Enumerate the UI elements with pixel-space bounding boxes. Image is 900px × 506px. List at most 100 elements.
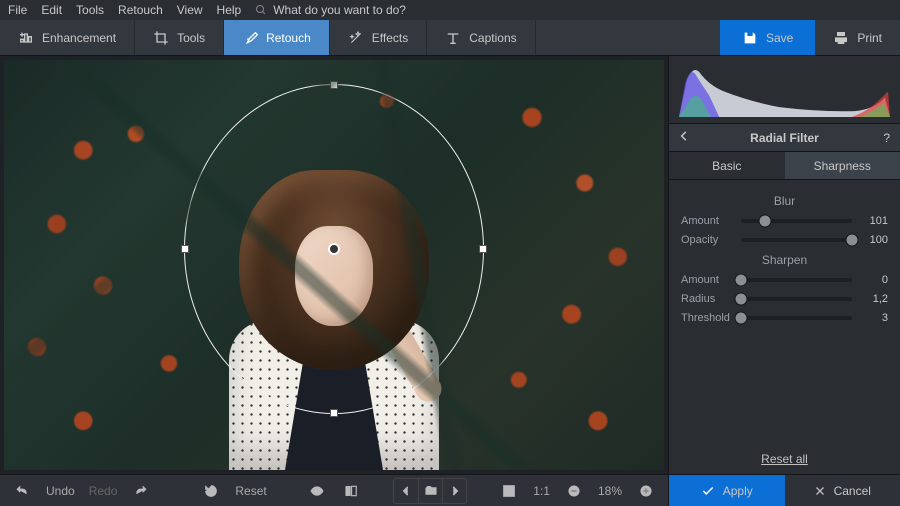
section-label: Sharpen — [681, 253, 888, 267]
tab-label: Tools — [177, 31, 205, 45]
tab-enhancement[interactable]: Enhancement — [0, 20, 135, 55]
undo-button[interactable] — [8, 479, 36, 503]
histogram — [669, 56, 900, 124]
reset-button[interactable] — [197, 479, 225, 503]
slider-label: Threshold — [681, 312, 733, 324]
slider-amount: Amount 101 — [681, 215, 888, 227]
slider-track[interactable] — [741, 316, 852, 320]
slider-track[interactable] — [741, 219, 852, 223]
slider-thumb[interactable] — [736, 313, 747, 324]
print-button[interactable]: Print — [815, 20, 900, 55]
slider-label: Radius — [681, 293, 733, 305]
browse-button[interactable] — [418, 479, 442, 503]
subtab-basic[interactable]: Basic — [669, 152, 785, 179]
tab-effects[interactable]: Effects — [330, 20, 427, 55]
slider-value: 100 — [860, 234, 888, 246]
slider-track[interactable] — [741, 297, 852, 301]
preview-toggle[interactable] — [303, 479, 331, 503]
subtab-sharpness[interactable]: Sharpness — [785, 152, 900, 179]
search-placeholder: What do you want to do? — [273, 3, 406, 17]
cancel-button[interactable]: Cancel — [785, 475, 900, 506]
tab-tools[interactable]: Tools — [135, 20, 224, 55]
reset-label: Reset — [231, 484, 270, 498]
prev-button[interactable] — [394, 479, 418, 503]
ratio-label[interactable]: 1:1 — [529, 484, 554, 498]
photo-subject — [204, 170, 464, 470]
search-box[interactable]: What do you want to do? — [255, 3, 406, 17]
panel-subtabs: Basic Sharpness — [669, 152, 900, 180]
panel-header: Radial Filter ? — [669, 124, 900, 152]
slider-label: Amount — [681, 215, 733, 227]
close-icon — [814, 485, 826, 497]
save-button[interactable]: Save — [720, 20, 815, 55]
cancel-label: Cancel — [834, 484, 871, 498]
section-label: Blur — [681, 194, 888, 208]
crop-icon — [153, 30, 169, 46]
menu-retouch[interactable]: Retouch — [118, 3, 163, 17]
zoom-in-button[interactable] — [632, 479, 660, 503]
slider-value: 101 — [860, 215, 888, 227]
nav-group — [393, 478, 467, 504]
slider-thumb[interactable] — [736, 294, 747, 305]
slider-thumb[interactable] — [760, 216, 771, 227]
compare-toggle[interactable] — [337, 479, 365, 503]
check-icon — [701, 484, 715, 498]
menu-edit[interactable]: Edit — [41, 3, 62, 17]
radial-filter-ellipse[interactable] — [184, 84, 484, 414]
handle-top[interactable] — [330, 81, 338, 89]
slider-thumb[interactable] — [847, 235, 858, 246]
side-panel: Radial Filter ? Basic Sharpness Blur Amou… — [668, 56, 900, 506]
save-label: Save — [766, 31, 793, 45]
reset-all-link[interactable]: Reset all — [669, 444, 900, 474]
slider-thumb[interactable] — [736, 275, 747, 286]
slider-track[interactable] — [741, 278, 852, 282]
panel-body: Blur Amount 101 Opacity 100 Sharpen Amount0 Rad… — [669, 180, 900, 444]
handle-bottom[interactable] — [330, 409, 338, 417]
tab-label: Enhancement — [42, 31, 116, 45]
menu-file[interactable]: File — [8, 3, 27, 17]
panel-title: Radial Filter — [750, 131, 819, 145]
slider-label: Opacity — [681, 234, 733, 246]
tab-retouch[interactable]: Retouch — [224, 20, 330, 55]
tab-label: Captions — [469, 31, 516, 45]
enhancement-icon — [18, 30, 34, 46]
zoom-value[interactable]: 18% — [594, 484, 626, 498]
slider-value: 3 — [860, 312, 888, 324]
save-icon — [742, 30, 758, 46]
zoom-out-button[interactable] — [560, 479, 588, 503]
apply-button[interactable]: Apply — [669, 475, 785, 506]
menubar: File Edit Tools Retouch View Help What d… — [0, 0, 900, 20]
slider-label: Amount — [681, 274, 733, 286]
search-icon — [255, 4, 267, 16]
slider-opacity: Opacity 100 — [681, 234, 888, 246]
slider-threshold: Threshold 3 — [681, 312, 888, 324]
menu-view[interactable]: View — [177, 3, 203, 17]
redo-button[interactable] — [127, 479, 155, 503]
menu-tools[interactable]: Tools — [76, 3, 104, 17]
next-button[interactable] — [442, 479, 466, 503]
handle-left[interactable] — [181, 245, 189, 253]
slider-track[interactable] — [741, 238, 852, 242]
undo-label: Undo — [42, 484, 79, 498]
text-icon — [445, 30, 461, 46]
menu-help[interactable]: Help — [217, 3, 242, 17]
handle-right[interactable] — [479, 245, 487, 253]
apply-label: Apply — [723, 484, 753, 498]
help-button[interactable]: ? — [883, 131, 890, 145]
bottombar: Undo Redo Reset 1:1 18% — [0, 474, 668, 506]
slider-radius: Radius 1,2 — [681, 293, 888, 305]
tab-captions[interactable]: Captions — [427, 20, 535, 55]
handle-center[interactable] — [328, 243, 340, 255]
redo-label: Redo — [85, 484, 122, 498]
slider-value: 1,2 — [860, 293, 888, 305]
slider-amount: Amount0 — [681, 274, 888, 286]
canvas[interactable] — [4, 60, 664, 470]
tab-label: Effects — [372, 31, 408, 45]
wand-icon — [348, 30, 364, 46]
toolbar: Enhancement Tools Retouch Effects Captio… — [0, 20, 900, 56]
fit-button[interactable] — [495, 479, 523, 503]
back-button[interactable] — [677, 129, 691, 146]
tab-label: Retouch — [266, 31, 311, 45]
print-label: Print — [857, 31, 882, 45]
brush-icon — [242, 30, 258, 46]
